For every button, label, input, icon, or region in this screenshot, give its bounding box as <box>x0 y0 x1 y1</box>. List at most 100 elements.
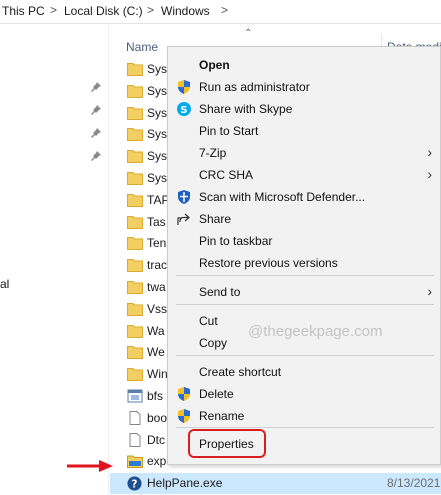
pin-icon[interactable] <box>90 104 102 116</box>
folder-icon <box>127 367 143 382</box>
folder-icon <box>127 302 143 316</box>
folder-icon <box>127 149 143 164</box>
file-name: Dtc <box>147 432 165 447</box>
menu-item-send-to[interactable]: Send to › <box>168 281 440 303</box>
menu-item-label: Create shortcut <box>199 365 282 379</box>
menu-item-label: Share <box>199 212 232 226</box>
file-name: Win <box>147 367 168 382</box>
menu-item-scan-with-microsoft-defender[interactable]: Scan with Microsoft Defender... <box>168 186 440 208</box>
menu-item-cut[interactable]: Cut <box>168 310 440 332</box>
folder-icon <box>127 258 143 273</box>
svg-text:S: S <box>180 105 187 116</box>
chevron-right-icon: › <box>427 144 432 160</box>
app-icon <box>127 389 143 403</box>
menu-item-label: CRC SHA <box>199 168 254 182</box>
file-name: HelpPane.exe <box>147 476 223 491</box>
chevron-right-icon[interactable]: > <box>50 3 57 17</box>
file-name: Tas <box>147 214 166 229</box>
folder-icon <box>127 193 143 207</box>
menu-item-label: Cut <box>199 314 218 328</box>
menu-item-pin-to-taskbar[interactable]: Pin to taskbar <box>168 230 440 252</box>
sort-up-icon: ⌃ <box>244 28 253 39</box>
uac-shield-icon <box>176 79 192 95</box>
menu-item-copy[interactable]: Copy <box>168 332 440 354</box>
file-name: Sys <box>147 171 168 185</box>
file-name: We <box>147 345 165 360</box>
menu-item-restore-previous-versions[interactable]: Restore previous versions <box>168 252 440 274</box>
column-name-header[interactable]: Name <box>126 40 158 54</box>
menu-item-label: Copy <box>199 336 228 350</box>
menu-item-crc-sha[interactable]: CRC SHA › <box>168 164 440 186</box>
menu-item-open[interactable]: Open <box>168 54 440 76</box>
svg-text:?: ? <box>132 478 138 490</box>
chevron-right-icon: › <box>427 166 432 182</box>
menu-item-label: Properties <box>199 437 254 451</box>
menu-item-label: Pin to taskbar <box>199 234 273 248</box>
help-icon: ? <box>127 476 143 491</box>
menu-item-label: Rename <box>199 409 245 423</box>
folder-icon <box>127 171 143 185</box>
menu-item-label: Share with Skype <box>199 102 293 116</box>
folder-icon <box>127 106 143 120</box>
file-name: Ten <box>147 236 167 251</box>
pin-icon[interactable] <box>90 150 102 162</box>
menu-item-label: Restore previous versions <box>199 256 338 270</box>
chevron-right-icon[interactable]: > <box>147 3 154 17</box>
file-name: Vss <box>147 301 168 316</box>
menu-item-7-zip[interactable]: 7-Zip › <box>168 142 440 164</box>
folder-icon <box>127 345 143 360</box>
menu-item-label: Open <box>199 58 230 72</box>
menu-item-rename[interactable]: Rename <box>168 405 440 427</box>
menu-item-share-with-skype[interactable]: S Share with Skype <box>168 98 440 120</box>
menu-item-label: Run as administrator <box>199 80 310 94</box>
file-name: Sys <box>147 149 168 164</box>
breadcrumb-this-pc[interactable]: This PC <box>2 4 45 18</box>
red-arrow-icon <box>67 460 113 472</box>
menu-item-label: Scan with Microsoft Defender... <box>199 190 366 204</box>
document-icon <box>127 432 143 447</box>
breadcrumb: This PC > Local Disk (C:) > Windows > <box>0 0 441 24</box>
file-name: boo <box>147 410 168 425</box>
folder-icon <box>127 62 143 76</box>
breadcrumb-windows[interactable]: Windows <box>161 4 210 18</box>
menu-item-label: 7-Zip <box>199 146 227 160</box>
menu-item-pin-to-start[interactable]: Pin to Start <box>168 120 440 142</box>
folder-icon <box>127 324 143 338</box>
file-name: bfs <box>147 389 164 403</box>
context-menu: @thegeekpage.com Open Run as administrato… <box>167 46 441 465</box>
file-name: Sys <box>147 127 168 142</box>
chevron-right-icon: › <box>427 283 432 299</box>
menu-item-label: Pin to Start <box>199 124 259 138</box>
menu-separator <box>176 355 434 356</box>
pin-icon[interactable] <box>90 81 102 93</box>
folder-icon <box>127 236 143 251</box>
document-icon <box>127 410 143 425</box>
pane-divider <box>108 24 109 495</box>
menu-item-run-as-administrator[interactable]: Run as administrator <box>168 76 440 98</box>
pin-icon[interactable] <box>90 127 102 139</box>
menu-separator <box>176 275 434 276</box>
folder-icon <box>127 84 143 98</box>
folder-icon <box>127 127 143 142</box>
menu-item-create-shortcut[interactable]: Create shortcut <box>168 361 440 383</box>
menu-separator <box>176 427 434 428</box>
breadcrumb-local-disk[interactable]: Local Disk (C:) <box>64 4 143 18</box>
menu-separator <box>176 304 434 305</box>
nav-item-label[interactable]: al <box>0 277 9 291</box>
file-name: twa <box>147 280 166 294</box>
menu-item-share[interactable]: Share <box>168 208 440 230</box>
uac-shield-icon <box>176 408 192 424</box>
file-name: Sys <box>147 105 168 120</box>
file-name: Wa <box>147 323 165 338</box>
skype-icon: S <box>176 101 192 117</box>
file-date: 8/13/2021 <box>387 476 441 491</box>
file-name: Sys <box>147 83 168 98</box>
file-row[interactable]: ? HelpPane.exe 8/13/2021 <box>110 473 441 495</box>
explorer-icon <box>127 454 143 469</box>
menu-item-properties[interactable]: Properties <box>168 433 440 455</box>
chevron-right-icon[interactable]: > <box>221 3 228 17</box>
menu-item-label: Send to <box>199 285 241 299</box>
menu-item-label: Delete <box>199 387 234 401</box>
menu-item-delete[interactable]: Delete <box>168 383 440 405</box>
file-name: trac <box>147 258 168 273</box>
